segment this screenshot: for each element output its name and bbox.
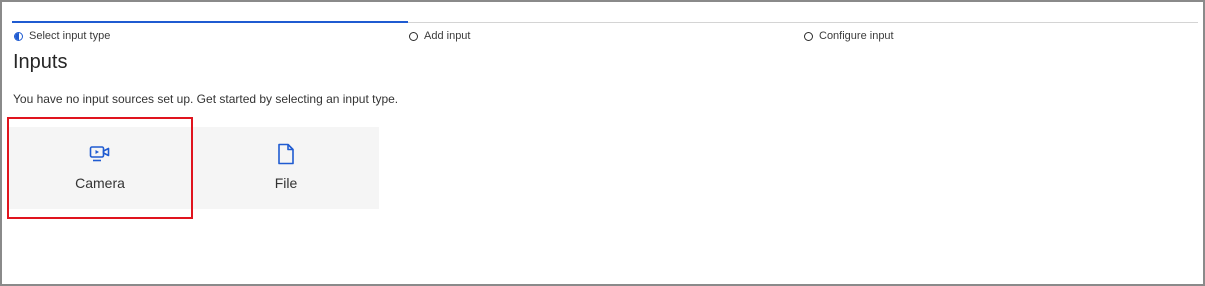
selection-highlight-box [7,117,193,219]
file-icon [277,143,295,165]
page-title: Inputs [13,51,68,73]
input-type-card-file[interactable]: File [193,127,379,209]
step-in-progress-icon [14,31,23,41]
step-pending-icon [804,31,813,41]
step-label: Add input [424,30,471,42]
step-pending-icon [409,31,418,41]
card-label: File [274,175,298,191]
stepper: Select input type Add input Configure in… [12,21,1198,42]
app-frame: Select input type Add input Configure in… [0,0,1205,286]
step-label: Configure input [819,30,894,42]
step-progress-track [408,22,1198,23]
step-select-input-type: Select input type [14,30,110,42]
step-progress-bar-1 [12,21,408,23]
step-configure-input: Configure input [804,30,894,42]
step-add-input: Add input [409,30,470,42]
page-description: You have no input sources set up. Get st… [13,92,399,106]
step-label: Select input type [29,30,111,42]
